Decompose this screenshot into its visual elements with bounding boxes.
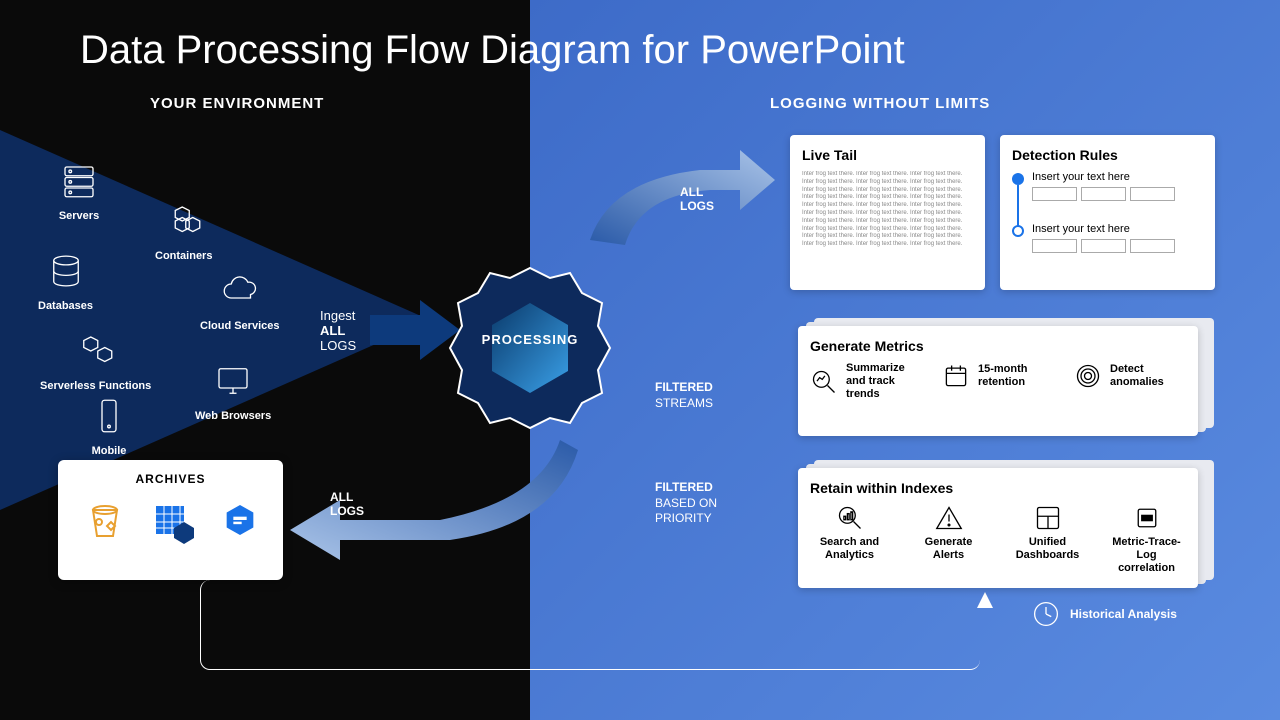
rule-text: Insert your text here bbox=[1032, 171, 1203, 183]
section-environment: YOUR ENVIRONMENT bbox=[150, 95, 324, 112]
flow-arrowhead bbox=[975, 590, 995, 610]
historical-flow-line bbox=[200, 580, 980, 670]
detection-rules-card: Detection Rules Insert your text here In… bbox=[1000, 135, 1215, 290]
ingest-label: Ingest ALL LOGS bbox=[320, 308, 356, 353]
calendar-icon bbox=[942, 362, 970, 390]
card-title: Generate Metrics bbox=[810, 338, 1186, 354]
live-tail-card: Live Tail Inter frog text there. Inter f… bbox=[790, 135, 985, 290]
env-label: Containers bbox=[155, 250, 212, 262]
historical-label: Historical Analysis bbox=[1070, 607, 1177, 621]
hex-icon bbox=[220, 500, 260, 540]
bucket-icon bbox=[81, 496, 129, 544]
generate-metrics-card: Generate Metrics Summarize and track tre… bbox=[798, 326, 1198, 436]
card-title: Live Tail bbox=[802, 147, 973, 163]
metric-retention: 15-month retention bbox=[942, 362, 1054, 390]
card-title: Detection Rules bbox=[1012, 147, 1203, 163]
processing-label: PROCESSING bbox=[430, 332, 630, 347]
clock-icon bbox=[1032, 600, 1060, 628]
gear-icon bbox=[430, 248, 630, 448]
processing-gear: PROCESSING bbox=[430, 248, 630, 448]
env-label: Cloud Services bbox=[200, 320, 279, 332]
cloud-icon bbox=[219, 270, 261, 312]
fingerprint-icon bbox=[1074, 362, 1102, 390]
rule-2: Insert your text here bbox=[1012, 223, 1203, 253]
database-icon bbox=[45, 250, 87, 292]
env-databases: Databases bbox=[38, 250, 93, 312]
arrow-label-up: ALLLOGS bbox=[680, 185, 714, 213]
log-icon bbox=[1133, 504, 1161, 532]
filtered-priority-label: FILTERED BASED ON PRIORITY bbox=[655, 480, 717, 527]
dashboard-icon bbox=[1034, 504, 1062, 532]
table-icon bbox=[150, 496, 198, 544]
env-label: Databases bbox=[38, 300, 93, 312]
env-containers: Containers bbox=[155, 200, 212, 262]
live-tail-body: Inter frog text there. Inter frog text t… bbox=[802, 171, 973, 249]
env-servers: Servers bbox=[58, 160, 100, 222]
env-cloud: Cloud Services bbox=[200, 270, 279, 332]
rule-text: Insert your text here bbox=[1032, 223, 1203, 235]
env-label: Web Browsers bbox=[195, 410, 271, 422]
metrics-stack: Generate Metrics Summarize and track tre… bbox=[798, 326, 1198, 436]
containers-icon bbox=[163, 200, 205, 242]
rule-dot bbox=[1012, 225, 1024, 237]
arrow-all-logs-down bbox=[280, 430, 580, 570]
env-label: Servers bbox=[58, 210, 100, 222]
serverless-icon bbox=[75, 330, 117, 372]
slide-title: Data Processing Flow Diagram for PowerPo… bbox=[80, 28, 905, 73]
index-correlation: Metric-Trace-Log correlation bbox=[1107, 504, 1186, 576]
search-analytics-icon bbox=[836, 504, 864, 532]
env-mobile: Mobile bbox=[88, 395, 130, 457]
rule-1: Insert your text here bbox=[1012, 171, 1203, 201]
index-dashboards: Unified Dashboards bbox=[1008, 504, 1087, 562]
historical-analysis: Historical Analysis bbox=[1032, 600, 1177, 628]
filtered-streams-label: FILTERED STREAMS bbox=[655, 380, 713, 411]
env-label: Serverless Functions bbox=[40, 380, 151, 392]
mobile-icon bbox=[88, 395, 130, 437]
card-title: Retain within Indexes bbox=[810, 480, 1186, 496]
env-serverless: Serverless Functions bbox=[40, 330, 151, 392]
browser-icon bbox=[212, 360, 254, 402]
metric-summarize: Summarize and track trends bbox=[810, 362, 922, 402]
server-icon bbox=[58, 160, 100, 202]
env-label: Mobile bbox=[88, 445, 130, 457]
magnify-chart-icon bbox=[810, 368, 838, 396]
retain-indexes-card: Retain within Indexes Search and Analyti… bbox=[798, 468, 1198, 588]
arrow-label-down: ALLLOGS bbox=[330, 490, 364, 518]
metric-anomalies: Detect anomalies bbox=[1074, 362, 1186, 390]
rule-dot bbox=[1012, 173, 1024, 185]
indexes-stack: Retain within Indexes Search and Analyti… bbox=[798, 468, 1198, 588]
env-browsers: Web Browsers bbox=[195, 360, 271, 422]
archives-title: ARCHIVES bbox=[70, 472, 271, 486]
index-alerts: Generate Alerts bbox=[909, 504, 988, 562]
index-search: Search and Analytics bbox=[810, 504, 889, 562]
archives-card: ARCHIVES bbox=[58, 460, 283, 580]
rule-connector bbox=[1017, 185, 1019, 227]
alert-icon bbox=[935, 504, 963, 532]
section-logging: LOGGING WITHOUT LIMITS bbox=[770, 95, 990, 112]
